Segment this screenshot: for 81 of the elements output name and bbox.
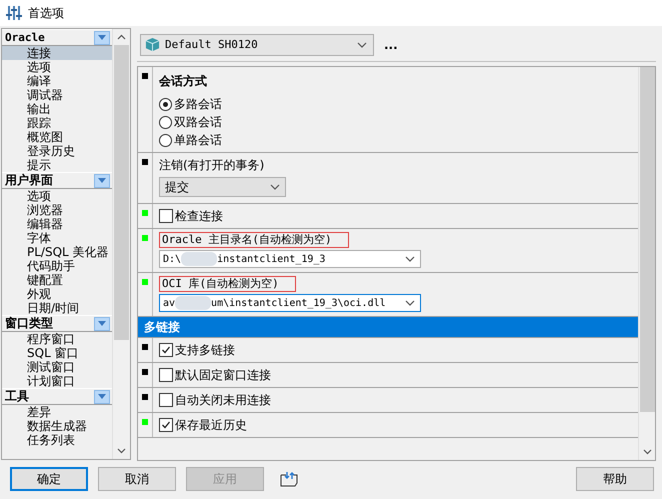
sidebar-item[interactable]: 代码助手 xyxy=(2,259,112,273)
checkbox-label: 自动关闭未用连接 xyxy=(175,392,271,408)
section-header: 多链接 xyxy=(138,317,638,338)
collapse-button[interactable] xyxy=(94,174,110,188)
sidebar-item[interactable]: 连接 xyxy=(2,46,112,60)
sidebar-item[interactable]: 提示 xyxy=(2,158,112,172)
checkbox-label: 保存最近历史 xyxy=(175,416,247,434)
scrollbar[interactable] xyxy=(112,29,130,459)
checkbox-label: 默认固定窗口连接 xyxy=(175,366,271,384)
sliders-icon xyxy=(6,5,22,21)
chevron-down-icon xyxy=(642,449,652,455)
more-button[interactable]: ... xyxy=(384,38,398,52)
setting-label: Oracle 主目录名(自动检测为空) xyxy=(159,232,349,248)
sidebar-item[interactable]: 程序窗口 xyxy=(2,332,112,346)
sidebar-item[interactable]: 编辑器 xyxy=(2,217,112,231)
radio-label: 双路会话 xyxy=(174,114,222,130)
sidebar-item[interactable]: 输出 xyxy=(2,102,112,116)
radio-button[interactable] xyxy=(159,134,172,146)
sidebar-item[interactable]: 测试窗口 xyxy=(2,360,112,374)
setting-label: OCI 库(自动检测为空) xyxy=(159,276,296,292)
collapse-button[interactable] xyxy=(94,390,110,404)
checkbox[interactable] xyxy=(159,343,173,357)
triangle-down-icon xyxy=(98,394,106,399)
radio-button[interactable] xyxy=(159,98,172,110)
chevron-down-icon xyxy=(357,42,367,48)
sidebar-item[interactable]: 计划窗口 xyxy=(2,374,112,388)
checkbox[interactable] xyxy=(159,209,173,223)
checkbox-label: 支持多链接 xyxy=(175,342,235,358)
group-title: 窗口类型 xyxy=(5,315,53,332)
sidebar-item[interactable]: 任务列表 xyxy=(2,433,112,447)
sidebar-item[interactable]: 浏览器 xyxy=(2,203,112,217)
dropdown[interactable]: 提交 xyxy=(159,177,286,197)
window-title: 首选项 xyxy=(28,4,64,22)
triangle-down-icon xyxy=(98,178,106,183)
radio-label: 单路会话 xyxy=(174,132,222,148)
setting-label: 注销(有打开的事务) xyxy=(159,157,266,174)
group-title: Oracle xyxy=(5,31,45,44)
triangle-down-icon xyxy=(98,321,106,326)
path-field[interactable]: av um\instantclient_19_3\oci.dll xyxy=(159,294,421,312)
checkbox[interactable] xyxy=(159,418,173,432)
checkmark-icon xyxy=(161,420,171,430)
chevron-down-icon xyxy=(405,300,415,306)
sidebar-item[interactable]: 登录历史 xyxy=(2,144,112,158)
box-icon xyxy=(145,37,160,52)
checkbox[interactable] xyxy=(159,368,173,382)
sidebar-item[interactable]: 键配置 xyxy=(2,273,112,287)
group-title: 用户界面 xyxy=(5,172,53,189)
dialog-button[interactable]: 确定 xyxy=(10,467,88,491)
sidebar-item[interactable]: 日期/时间 xyxy=(2,301,112,315)
sidebar-item[interactable]: 外观 xyxy=(2,287,112,301)
radio-label: 多路会话 xyxy=(174,96,222,112)
sidebar-item[interactable]: PL/SQL 美化器 xyxy=(2,245,112,259)
sidebar-item[interactable]: 字体 xyxy=(2,231,112,245)
collapse-button[interactable] xyxy=(94,30,110,44)
group-title: 工具 xyxy=(5,388,29,405)
sidebar-item[interactable]: 差异 xyxy=(2,405,112,419)
sidebar-item[interactable]: 跟踪 xyxy=(2,116,112,130)
sidebar-item[interactable]: SQL 窗口 xyxy=(2,346,112,360)
chevron-down-icon xyxy=(117,448,126,454)
import-export-icon[interactable] xyxy=(280,471,298,487)
group-title: 会话方式 xyxy=(159,73,208,90)
sidebar-item[interactable]: 数据生成器 xyxy=(2,419,112,433)
path-field[interactable]: D:\ instantclient_19_3 xyxy=(159,250,421,268)
triangle-down-icon xyxy=(98,35,106,40)
checkbox[interactable] xyxy=(159,393,173,407)
dialog-button[interactable]: 帮助 xyxy=(576,467,654,491)
sidebar-item[interactable]: 概览图 xyxy=(2,130,112,144)
chevron-down-icon xyxy=(405,256,415,262)
dialog-button[interactable]: 取消 xyxy=(98,467,176,491)
collapse-button[interactable] xyxy=(94,316,110,330)
scrollbar[interactable] xyxy=(638,67,655,460)
radio-button[interactable] xyxy=(159,116,172,128)
checkmark-icon xyxy=(161,345,171,355)
checkbox-label: 检查连接 xyxy=(175,208,223,224)
sidebar-item[interactable]: 编译 xyxy=(2,74,112,88)
sidebar-item[interactable]: 选项 xyxy=(2,60,112,74)
sidebar-item[interactable]: 调试器 xyxy=(2,88,112,102)
sidebar-item[interactable]: 选项 xyxy=(2,189,112,203)
profile-dropdown[interactable]: Default SH0120 xyxy=(140,34,374,56)
chevron-down-icon xyxy=(270,184,280,190)
chevron-up-icon xyxy=(117,34,126,40)
